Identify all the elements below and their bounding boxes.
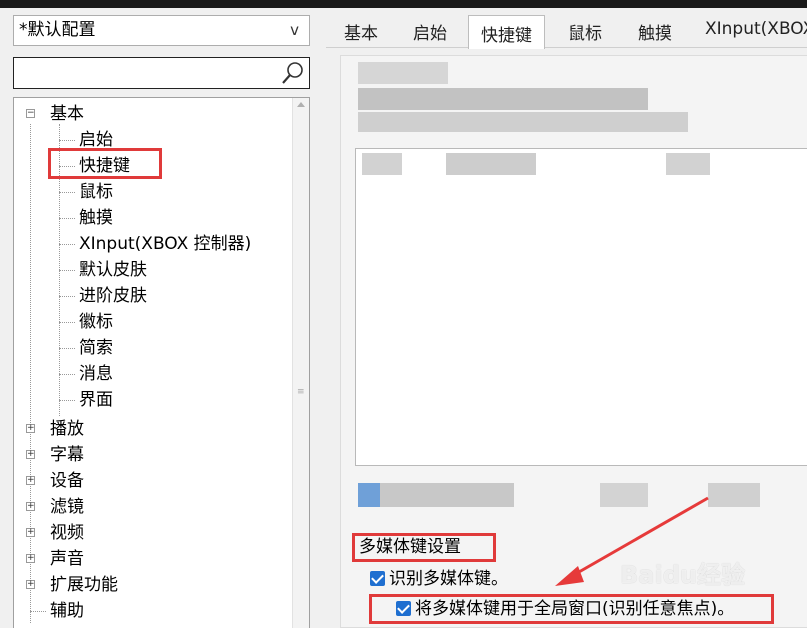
tab-bar: 基本 启始 快捷键 鼠标 触摸 XInput(XBOX [326,8,807,49]
blurred-text [358,88,648,110]
tree-label: 字幕 [50,445,84,465]
tree-label: 播放 [50,419,84,439]
expand-icon[interactable]: + [26,554,35,563]
multimedia-group-title: 多媒体键设置 [352,533,496,562]
scroll-up-icon[interactable] [297,102,305,107]
tab-startup[interactable]: 启始 [413,19,447,44]
expand-icon[interactable]: + [26,476,35,485]
tree-label: 设备 [50,471,84,491]
collapse-icon[interactable]: − [26,109,35,118]
tree-label: 滤镜 [50,497,84,517]
tree-label: 界面 [79,390,113,410]
tab-mouse[interactable]: 鼠标 [568,19,602,44]
expand-icon[interactable]: + [26,580,35,589]
blurred-button[interactable] [358,483,380,507]
tree-label: 鼠标 [79,182,113,202]
window-top-bar [0,0,807,8]
tab-xinput[interactable]: XInput(XBOX [705,19,807,39]
blurred-text [362,153,402,175]
blurred-button[interactable] [380,483,514,507]
blurred-text [446,153,536,175]
preset-dropdown[interactable]: *默认配置 v [13,15,310,46]
tree-label: 扩展功能 [50,575,118,595]
expand-icon[interactable]: + [26,424,35,433]
tree-label: 声音 [50,549,84,569]
chevron-down-icon[interactable]: v [290,16,299,45]
tab-hotkeys[interactable]: 快捷键 [468,15,545,49]
hotkey-list[interactable] [355,148,807,466]
expand-icon[interactable]: + [26,502,35,511]
checkbox-label: 识别多媒体键。 [389,569,508,589]
checkbox-checked-icon[interactable] [396,601,411,616]
tree-label: 消息 [79,364,113,384]
blurred-button[interactable] [600,483,648,507]
blurred-text [358,62,448,84]
expand-icon[interactable]: + [26,450,35,459]
settings-tree[interactable]: − 基本 启始 快捷键 鼠标 触摸 XInput(XBOX 控制器) 默认皮肤 … [13,97,310,628]
blurred-text [358,112,688,132]
expand-icon[interactable]: + [26,528,35,537]
search-input[interactable] [13,57,310,89]
tree-scrollbar[interactable]: ≡ [292,98,309,628]
tab-touch[interactable]: 触摸 [638,19,672,44]
watermark: Baidu经验 [620,561,745,589]
tree-label: 徽标 [79,312,113,332]
blurred-text [666,153,710,175]
highlight-box-hotkeys [48,148,162,179]
tree-root-line [30,124,31,623]
tree-label: 默认皮肤 [79,260,147,280]
blurred-button[interactable] [708,483,760,507]
search-icon[interactable] [279,59,307,87]
checkbox-label: 将多媒体键用于全局窗口(识别任意焦点)。 [415,599,735,619]
tree-label: 触摸 [79,208,113,228]
global-multimedia-checkbox[interactable]: 将多媒体键用于全局窗口(识别任意焦点)。 [396,599,734,619]
tree-label: 视频 [50,523,84,543]
tree-label: 进阶皮肤 [79,286,147,306]
checkbox-checked-icon[interactable] [370,571,385,586]
tree-label: 简索 [79,338,113,358]
tree-label: 辅助 [50,601,84,621]
scroll-grip-icon[interactable]: ≡ [297,388,305,397]
recognize-multimedia-checkbox[interactable]: 识别多媒体键。 [370,569,508,589]
tree-label: 基本 [50,104,84,124]
tree-label: XInput(XBOX 控制器) [79,234,252,254]
tab-basic[interactable]: 基本 [344,19,378,44]
preset-value: *默认配置 [19,20,96,40]
